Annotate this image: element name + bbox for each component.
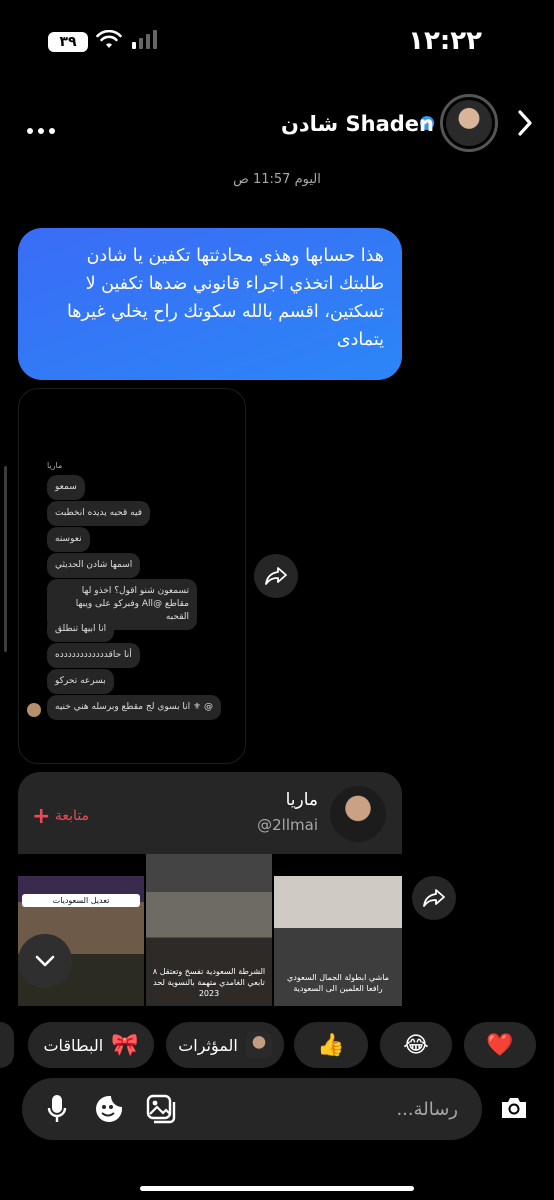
screenshot-message: سمعو — [47, 475, 85, 500]
shared-screenshot[interactable]: ماريا سمعو فيه قحبه يديده انخطبت نعوسنه … — [18, 388, 246, 764]
screenshot-message: @ ⚜ انا بسوي لج مقطع وبرسله هني خنيه — [47, 695, 221, 720]
thumbnail-caption: ماشي ابطولة الجمال السعودي رافعا العلمين… — [287, 973, 389, 993]
chip-thumbs-up[interactable]: 👍 — [294, 1022, 368, 1068]
scroll-to-bottom-button[interactable] — [18, 934, 72, 988]
contact-name[interactable]: شادن Shaden — [281, 112, 434, 136]
chip-cards[interactable]: 🎀 البطاقات — [28, 1022, 154, 1068]
chip-label: المؤثرات — [178, 1035, 238, 1055]
contact-avatar[interactable] — [440, 94, 498, 152]
heart-icon: ❤️ — [486, 1032, 514, 1058]
signal-icon — [132, 30, 160, 54]
quick-reaction-bar: 🎀 البطاقات المؤثرات 👍 😂 ❤️ — [0, 1022, 554, 1070]
sticker-icon[interactable] — [92, 1092, 126, 1126]
media-thumbnail[interactable]: الشرطة السعودية تفسخ وتعتقل ٨ تابعي الغا… — [146, 854, 272, 1006]
message-input[interactable] — [308, 1095, 458, 1123]
shared-profile-card[interactable]: ماريا @2llmai متابعة + — [18, 772, 402, 854]
plus-icon: + — [32, 804, 51, 829]
screenshot-avatar — [27, 703, 41, 717]
back-chevron-icon[interactable] — [516, 108, 534, 142]
thumbnail-banner: تعديل السعوديات — [22, 894, 140, 907]
effects-thumbnail-icon — [245, 1032, 272, 1058]
screenshot-message: انا ابيها تنطلق — [47, 617, 115, 642]
chip-effects[interactable]: المؤثرات — [166, 1022, 284, 1068]
camera-button[interactable] — [488, 1082, 540, 1134]
share-profile-button[interactable] — [412, 876, 456, 920]
share-arrow-icon — [265, 567, 287, 585]
camera-icon — [502, 1098, 526, 1118]
sent-message-bubble[interactable]: هذا حسابها وهذي محادثتها تكفين يا شادن ط… — [18, 228, 402, 380]
screenshot-message: بسرعه تحركو — [47, 669, 114, 694]
battery-icon: ٣٩ — [48, 32, 88, 52]
screenshot-message: أنا حاقدددددددددددده — [47, 643, 140, 668]
gallery-icon[interactable] — [144, 1092, 178, 1126]
laughing-face-icon: 😂 — [403, 1032, 429, 1058]
media-thumbnail[interactable]: ماشي ابطولة الجمال السعودي رافعا العلمين… — [274, 876, 402, 1006]
message-timestamp: اليوم 11:57 ص — [233, 172, 321, 187]
wifi-icon — [96, 29, 122, 54]
thumbs-up-icon: 👍 — [317, 1032, 345, 1058]
microphone-icon[interactable] — [40, 1092, 74, 1126]
profile-media-row: تعديل السعوديات الشرطة السعودية تفسخ وتع… — [18, 854, 402, 1006]
gift-ribbon-icon: 🎀 — [111, 1032, 139, 1058]
share-screenshot-button[interactable] — [254, 554, 298, 598]
screenshot-sender-name: ماريا — [47, 461, 63, 470]
scroll-indicator[interactable] — [4, 466, 7, 652]
status-bar: ٣٩ ١٢:٢٢ — [0, 0, 554, 80]
chevron-down-icon — [35, 955, 55, 967]
share-arrow-icon — [423, 889, 445, 907]
screenshot-message: اسمها شادن الحديثي — [47, 553, 141, 578]
chip-heart[interactable]: ❤️ — [464, 1022, 536, 1068]
follow-label: متابعة — [54, 808, 90, 824]
status-time: ١٢:٢٢ — [408, 26, 482, 56]
profile-handle: @2llmai — [257, 816, 318, 834]
chat-header: ✓ شادن Shaden — [0, 90, 554, 160]
more-options-icon[interactable] — [26, 120, 56, 139]
screenshot-message: نعوسنه — [47, 527, 90, 552]
thumbnail-caption: الشرطة السعودية تفسخ وتعتقل ٨ تابعي الغا… — [152, 967, 266, 998]
chip-laughing[interactable]: 😂 — [380, 1022, 452, 1068]
chip-label: البطاقات — [43, 1035, 104, 1055]
chip-partial[interactable] — [0, 1022, 14, 1068]
screenshot-message: فيه قحبه يديده انخطبت — [47, 501, 151, 526]
message-composer — [22, 1078, 482, 1140]
profile-name: ماريا — [285, 790, 318, 810]
home-indicator — [140, 1186, 414, 1191]
profile-avatar — [330, 786, 386, 842]
follow-button[interactable]: متابعة + — [32, 804, 89, 829]
